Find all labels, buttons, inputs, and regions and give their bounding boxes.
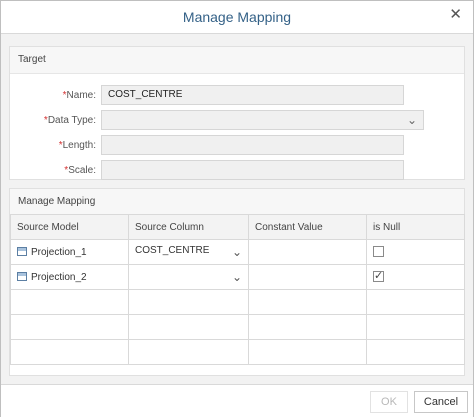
table-header-row: Source Model Source Column Constant Valu… — [10, 214, 465, 240]
target-panel: Target *Name: COST_CENTRE *Data Type: ⌄ … — [9, 46, 465, 180]
cancel-button[interactable]: Cancel — [414, 391, 468, 413]
mapping-table: Source Model Source Column Constant Valu… — [10, 214, 465, 365]
scale-label: *Scale: — [64, 165, 96, 176]
length-field[interactable] — [101, 135, 404, 155]
dialog-title: Manage Mapping — [182, 9, 292, 25]
table-row — [10, 289, 465, 315]
dialog-header: Manage Mapping ✕ — [1, 1, 473, 34]
table-row: Projection_1 COST_CENTRE ⌄ — [10, 239, 465, 265]
mapping-section-header: Manage Mapping — [10, 189, 464, 216]
datatype-row: *Data Type: ⌄ — [10, 110, 464, 132]
dialog-body: Target *Name: COST_CENTRE *Data Type: ⌄ … — [1, 34, 473, 384]
source-model-cell: Projection_1 — [10, 239, 129, 265]
chevron-down-icon[interactable]: ⌄ — [407, 111, 417, 129]
column-header-source-column[interactable]: Source Column — [128, 214, 249, 240]
constant-value-cell[interactable] — [248, 264, 367, 290]
manage-mapping-dialog: Manage Mapping ✕ Target *Name: COST_CENT… — [0, 0, 474, 417]
column-header-is-null[interactable]: is Null — [366, 214, 465, 240]
source-column-select[interactable]: ⌄ — [128, 264, 249, 290]
chevron-down-icon[interactable]: ⌄ — [232, 245, 242, 259]
is-null-checkbox[interactable] — [373, 269, 384, 283]
source-column-select[interactable]: COST_CENTRE ⌄ — [128, 239, 249, 265]
source-model-cell: Projection_2 — [10, 264, 129, 290]
name-label: *Name: — [62, 90, 96, 101]
constant-value-cell[interactable] — [248, 239, 367, 265]
is-null-cell — [366, 264, 465, 290]
name-field[interactable]: COST_CENTRE — [101, 85, 404, 105]
length-row: *Length: — [10, 135, 464, 157]
mapping-panel: Manage Mapping Source Model Source Colum… — [9, 188, 465, 376]
ok-button[interactable]: OK — [370, 391, 408, 413]
datatype-label: *Data Type: — [43, 115, 96, 126]
chevron-down-icon[interactable]: ⌄ — [232, 270, 242, 284]
is-null-checkbox[interactable] — [373, 246, 384, 258]
table-row — [10, 314, 465, 340]
scale-field[interactable] — [101, 160, 404, 180]
name-row: *Name: COST_CENTRE — [10, 85, 464, 107]
datatype-select[interactable]: ⌄ — [101, 110, 424, 130]
scale-row: *Scale: — [10, 160, 464, 182]
dialog-footer: OK Cancel — [1, 384, 473, 417]
table-row — [10, 339, 465, 365]
column-header-constant-value[interactable]: Constant Value — [248, 214, 367, 240]
close-icon[interactable]: ✕ — [449, 7, 462, 22]
projection-icon — [17, 271, 27, 281]
length-label: *Length: — [58, 140, 96, 151]
is-null-cell — [366, 239, 465, 265]
column-header-source-model[interactable]: Source Model — [10, 214, 129, 240]
projection-icon — [17, 246, 27, 256]
target-section-header: Target — [10, 47, 464, 74]
table-row: Projection_2 ⌄ — [10, 264, 465, 290]
